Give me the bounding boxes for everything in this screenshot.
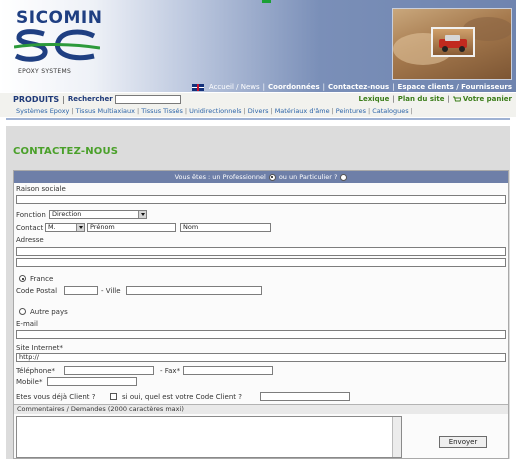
fax-input[interactable] <box>183 366 273 375</box>
send-button[interactable]: Envoyer <box>439 436 487 448</box>
customer-type-header: Vous êtes : un Professionnel ou un Parti… <box>14 171 508 183</box>
comments-scrollbar[interactable] <box>392 417 401 457</box>
function-label: Fonction <box>16 211 46 219</box>
phone-input[interactable] <box>64 366 154 375</box>
utility-links: Lexique | Plan du site | Votre panier <box>358 93 512 105</box>
category-unidirectionnels[interactable]: Unidirectionnels <box>189 107 241 115</box>
category-materiaux-ame[interactable]: Matériaux d'âme <box>275 107 330 115</box>
nav-accueil-news[interactable]: Accueil / News <box>209 83 260 91</box>
function-select-value: Direction <box>52 210 82 218</box>
phone-label: Téléphone* <box>16 367 56 375</box>
company-name-input[interactable] <box>16 195 506 204</box>
category-tissus-tisses[interactable]: Tissus Tissés <box>141 107 183 115</box>
email-label: E-mail <box>16 320 38 328</box>
rally-car-inset <box>431 27 475 57</box>
site-header: SICOMIN EPOXY SYSTEMS Accueil / News | C… <box>0 0 516 92</box>
category-catalogues[interactable]: Catalogues <box>372 107 408 115</box>
product-separator: | <box>62 94 65 104</box>
utility-separator: | <box>392 95 395 103</box>
brand-tagline: EPOXY SYSTEMS <box>18 68 72 75</box>
contact-form: Vous êtes : un Professionnel ou un Parti… <box>13 170 509 459</box>
nav-separator: | <box>322 83 326 91</box>
client-code-label: si oui, quel est votre Code Client ? <box>122 393 242 401</box>
individual-radio[interactable] <box>340 173 348 181</box>
cart-icon[interactable] <box>452 96 461 103</box>
english-flag-icon[interactable] <box>191 83 204 91</box>
product-bar: PRODUITS | Rechercher Lexique | Plan du … <box>0 93 516 105</box>
top-navigation: Accueil / News | Coordonnées | Contactez… <box>191 82 512 92</box>
company-name-label: Raison sociale <box>16 185 66 193</box>
civility-select-value: M. <box>48 223 56 231</box>
sc-logo-icon <box>14 29 100 62</box>
customer-type-question: Vous êtes : un Professionnel <box>174 173 266 181</box>
category-bar: Systèmes Epoxy | Tissus Multiaxiaux | Ti… <box>0 105 516 117</box>
professional-radio[interactable] <box>268 173 276 181</box>
content-panel: CONTACTEZ-NOUS Vous êtes : un Profession… <box>6 126 510 459</box>
city-label: - Ville <box>101 287 121 295</box>
search-label: Rechercher <box>67 95 113 103</box>
category-systemes-epoxy[interactable]: Systèmes Epoxy <box>16 107 69 115</box>
address-label: Adresse <box>16 236 44 244</box>
accent-mark <box>262 0 271 3</box>
last-name-input[interactable]: Nom <box>180 223 271 232</box>
sitemap-link[interactable]: Plan du site <box>398 95 445 103</box>
other-country-label: Autre pays <box>30 308 68 316</box>
utility-separator: | <box>447 95 450 103</box>
address-line-1-input[interactable] <box>16 247 506 256</box>
lexique-link[interactable]: Lexique <box>358 95 389 103</box>
address-line-2-input[interactable] <box>16 258 506 267</box>
nav-separator: | <box>392 83 395 91</box>
chevron-down-icon <box>138 211 146 218</box>
category-tissus-multiaxiaux[interactable]: Tissus Multiaxiaux <box>76 107 135 115</box>
client-code-input[interactable] <box>260 392 350 401</box>
nav-espace-clients[interactable]: Espace clients / Fournisseurs <box>398 83 512 91</box>
website-input[interactable]: http:// <box>16 353 506 362</box>
other-country-radio[interactable] <box>19 308 26 315</box>
category-separator: | <box>410 107 413 115</box>
customer-type-or: ou un Particulier ? <box>278 173 338 181</box>
website-label: Site Internet* <box>16 344 63 352</box>
postal-code-label: Code Postal <box>16 287 58 295</box>
city-input[interactable] <box>126 286 262 295</box>
products-link[interactable]: PRODUITS <box>13 95 59 104</box>
postal-code-input[interactable] <box>64 286 98 295</box>
existing-client-checkbox[interactable] <box>110 393 117 400</box>
nav-coordonnees[interactable]: Coordonnées <box>268 83 320 91</box>
category-peintures[interactable]: Peintures <box>336 107 366 115</box>
nav-separator: | <box>262 83 265 91</box>
comments-textarea[interactable] <box>16 416 402 458</box>
fax-label: - Fax* <box>160 367 181 375</box>
civility-select[interactable]: M. <box>45 223 85 232</box>
nav-contactez-nous[interactable]: Contactez-nous <box>328 83 389 91</box>
mobile-input[interactable] <box>47 377 137 386</box>
page-title: CONTACTEZ-NOUS <box>13 146 119 157</box>
first-name-input[interactable]: Prénom <box>87 223 176 232</box>
cart-link[interactable]: Votre panier <box>463 95 512 103</box>
category-divers[interactable]: Divers <box>248 107 269 115</box>
hero-rally-photo <box>392 8 512 80</box>
header-divider <box>6 118 510 120</box>
function-select[interactable]: Direction <box>49 210 147 219</box>
chevron-down-icon <box>76 224 84 231</box>
country-france-radio[interactable] <box>19 275 26 282</box>
existing-client-label: Etes vous déjà Client ? <box>16 393 96 401</box>
country-france-label: France <box>30 275 54 283</box>
brand-name: SICOMIN <box>16 8 103 28</box>
email-field[interactable] <box>16 330 506 339</box>
search-input[interactable] <box>114 94 181 104</box>
mobile-label: Mobile* <box>16 378 43 386</box>
comments-label: Commentaires / Demandes (2000 caractères… <box>14 404 508 414</box>
sicomin-logo[interactable]: SICOMIN EPOXY SYSTEMS <box>14 8 104 78</box>
rally-car-icon <box>439 35 467 52</box>
contact-label: Contact <box>16 224 44 232</box>
